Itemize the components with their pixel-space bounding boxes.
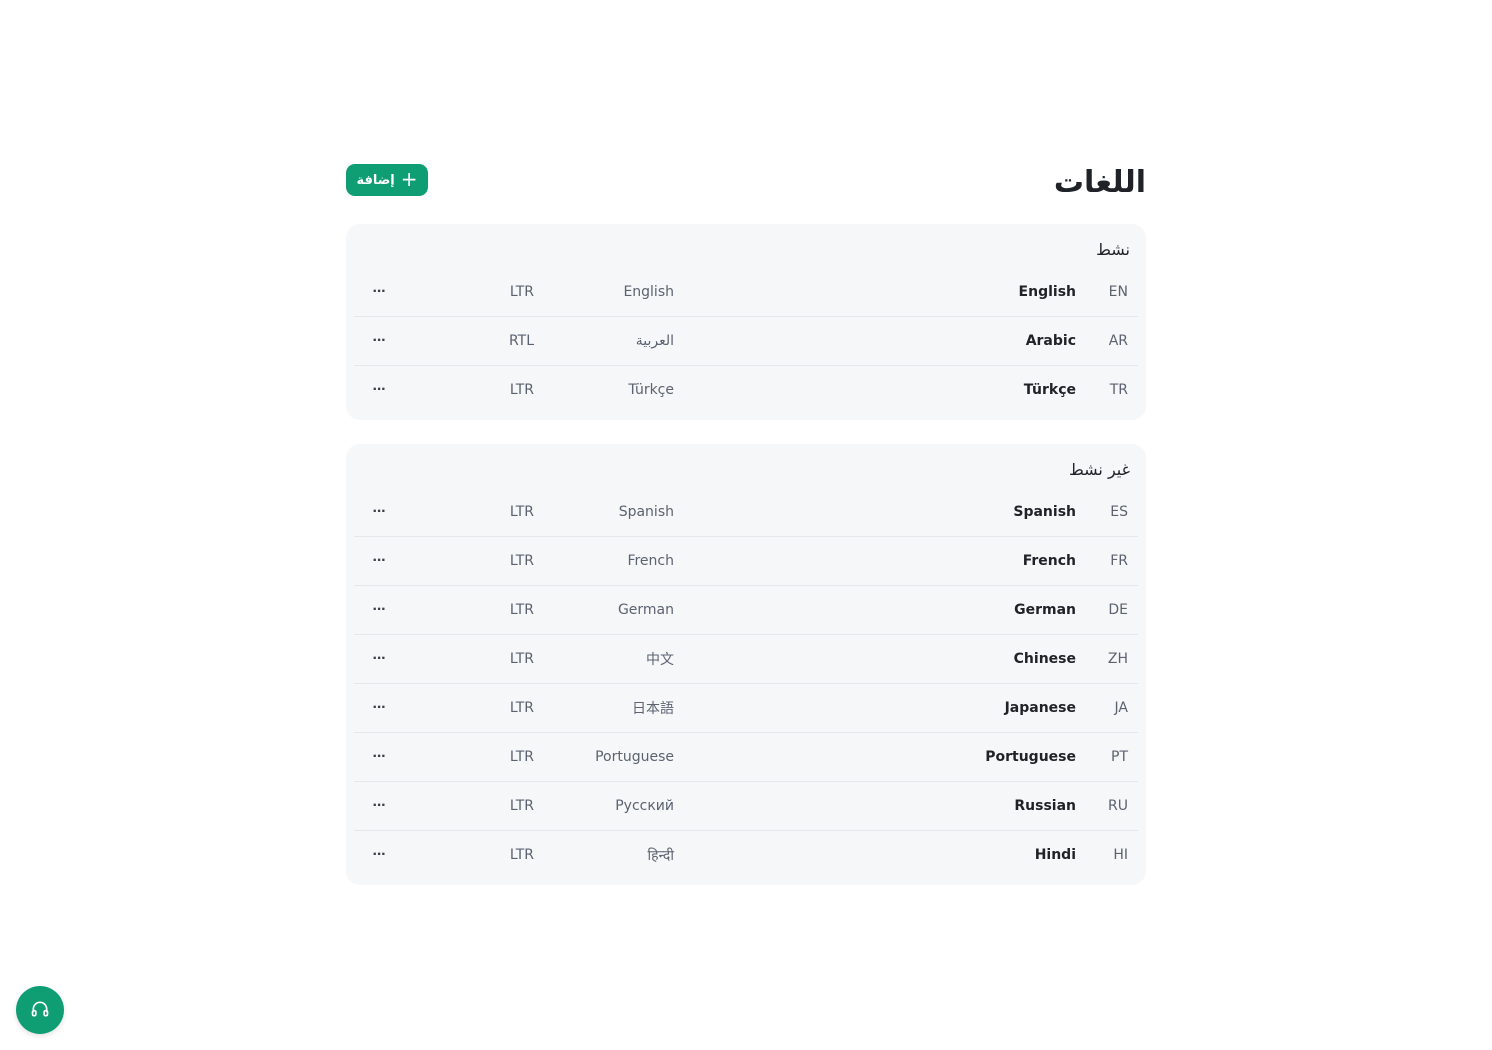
- more-horizontal-icon: ···: [372, 332, 387, 349]
- add-button-label: إضافة: [356, 172, 395, 188]
- more-horizontal-icon: ···: [372, 699, 387, 716]
- more-horizontal-icon: ···: [372, 283, 387, 300]
- inactive-languages-list: ES Spanish Spanish LTR ··· FR French French LTR ·…: [354, 488, 1138, 879]
- inactive-languages-section: غير نشط ES Spanish Spanish LTR ··· FR French Fr…: [346, 444, 1146, 885]
- language-name: Türkçe: [1023, 382, 1076, 398]
- language-row[interactable]: PT Portuguese Portuguese LTR ···: [354, 733, 1138, 782]
- text-direction: LTR: [509, 798, 534, 814]
- language-code: DE: [1108, 602, 1128, 618]
- text-direction: LTR: [509, 504, 534, 520]
- languages-page: اللغات + إضافة نشط EN English English LTR ··…: [0, 0, 1492, 1050]
- language-code: PT: [1111, 749, 1128, 765]
- language-name: Spanish: [1013, 504, 1076, 520]
- language-row[interactable]: AR Arabic العربية RTL ···: [354, 317, 1138, 366]
- language-name: Russian: [1014, 798, 1076, 814]
- more-options-button[interactable]: ···: [368, 379, 390, 401]
- more-options-button[interactable]: ···: [368, 501, 390, 523]
- active-languages-section: نشط EN English English LTR ··· AR Arabic العربي…: [346, 224, 1146, 420]
- language-name: Chinese: [1013, 651, 1076, 667]
- text-direction: LTR: [509, 847, 534, 863]
- language-row[interactable]: ZH Chinese 中文 LTR ···: [354, 635, 1138, 684]
- language-row[interactable]: DE German German LTR ···: [354, 586, 1138, 635]
- more-options-button[interactable]: ···: [368, 550, 390, 572]
- language-code: RU: [1108, 798, 1128, 814]
- text-direction: LTR: [509, 553, 534, 569]
- language-native-name: French: [627, 553, 674, 569]
- text-direction: LTR: [509, 602, 534, 618]
- page-header: اللغات + إضافة: [346, 160, 1146, 204]
- language-name: German: [1014, 602, 1076, 618]
- language-code: FR: [1110, 553, 1128, 569]
- language-native-name: English: [623, 284, 674, 300]
- language-native-name: Русский: [615, 798, 674, 814]
- text-direction: LTR: [509, 700, 534, 716]
- language-row[interactable]: HI Hindi हिन्दी LTR ···: [354, 831, 1138, 879]
- language-code: JA: [1114, 700, 1128, 716]
- page-title: اللغات: [1053, 165, 1146, 200]
- support-chat-button[interactable]: [16, 986, 64, 1034]
- language-native-name: हिन्दी: [647, 847, 674, 864]
- text-direction: LTR: [509, 651, 534, 667]
- more-horizontal-icon: ···: [372, 552, 387, 569]
- text-direction: LTR: [509, 284, 534, 300]
- more-horizontal-icon: ···: [372, 748, 387, 765]
- active-section-title: نشط: [1096, 240, 1130, 259]
- language-native-name: 日本語: [632, 701, 674, 717]
- more-options-button[interactable]: ···: [368, 599, 390, 621]
- language-code: HI: [1113, 847, 1128, 863]
- language-code: ZH: [1107, 651, 1128, 667]
- more-horizontal-icon: ···: [372, 650, 387, 667]
- more-options-button[interactable]: ···: [368, 795, 390, 817]
- more-horizontal-icon: ···: [372, 601, 387, 618]
- language-code: TR: [1109, 382, 1128, 398]
- language-row[interactable]: FR French French LTR ···: [354, 537, 1138, 586]
- inactive-section-title: غير نشط: [1068, 460, 1130, 479]
- language-code: EN: [1108, 284, 1128, 300]
- more-horizontal-icon: ···: [372, 503, 387, 520]
- language-name: Japanese: [1004, 700, 1076, 716]
- more-options-button[interactable]: ···: [368, 648, 390, 670]
- language-name: Portuguese: [985, 749, 1076, 765]
- language-row[interactable]: RU Russian Русский LTR ···: [354, 782, 1138, 831]
- language-native-name: العربية: [635, 333, 674, 349]
- languages-container: اللغات + إضافة نشط EN English English LTR ··…: [346, 160, 1146, 909]
- active-languages-list: EN English English LTR ··· AR Arabic العربية RTL…: [354, 268, 1138, 414]
- language-name: French: [1022, 553, 1076, 569]
- language-code: ES: [1110, 504, 1128, 520]
- more-options-button[interactable]: ···: [368, 746, 390, 768]
- add-language-button[interactable]: + إضافة: [346, 164, 428, 196]
- language-name: Hindi: [1034, 847, 1076, 863]
- text-direction: RTL: [508, 333, 534, 349]
- language-native-name: Portuguese: [595, 749, 674, 765]
- language-native-name: Spanish: [618, 504, 674, 520]
- more-horizontal-icon: ···: [372, 381, 387, 398]
- language-row[interactable]: EN English English LTR ···: [354, 268, 1138, 317]
- text-direction: LTR: [509, 382, 534, 398]
- more-horizontal-icon: ···: [372, 797, 387, 814]
- more-options-button[interactable]: ···: [368, 281, 390, 303]
- language-native-name: German: [617, 602, 674, 618]
- language-native-name: Türkçe: [628, 382, 674, 398]
- language-row[interactable]: ES Spanish Spanish LTR ···: [354, 488, 1138, 537]
- more-horizontal-icon: ···: [372, 846, 387, 863]
- language-name: Arabic: [1025, 333, 1076, 349]
- language-row[interactable]: JA Japanese 日本語 LTR ···: [354, 684, 1138, 733]
- more-options-button[interactable]: ···: [368, 330, 390, 352]
- more-options-button[interactable]: ···: [368, 844, 390, 866]
- language-name: English: [1018, 284, 1076, 300]
- more-options-button[interactable]: ···: [368, 697, 390, 719]
- text-direction: LTR: [509, 749, 534, 765]
- headphones-icon: [30, 999, 50, 1022]
- plus-icon: +: [400, 167, 418, 191]
- language-code: AR: [1108, 333, 1128, 349]
- language-row[interactable]: TR Türkçe Türkçe LTR ···: [354, 366, 1138, 414]
- language-native-name: 中文: [646, 652, 674, 668]
